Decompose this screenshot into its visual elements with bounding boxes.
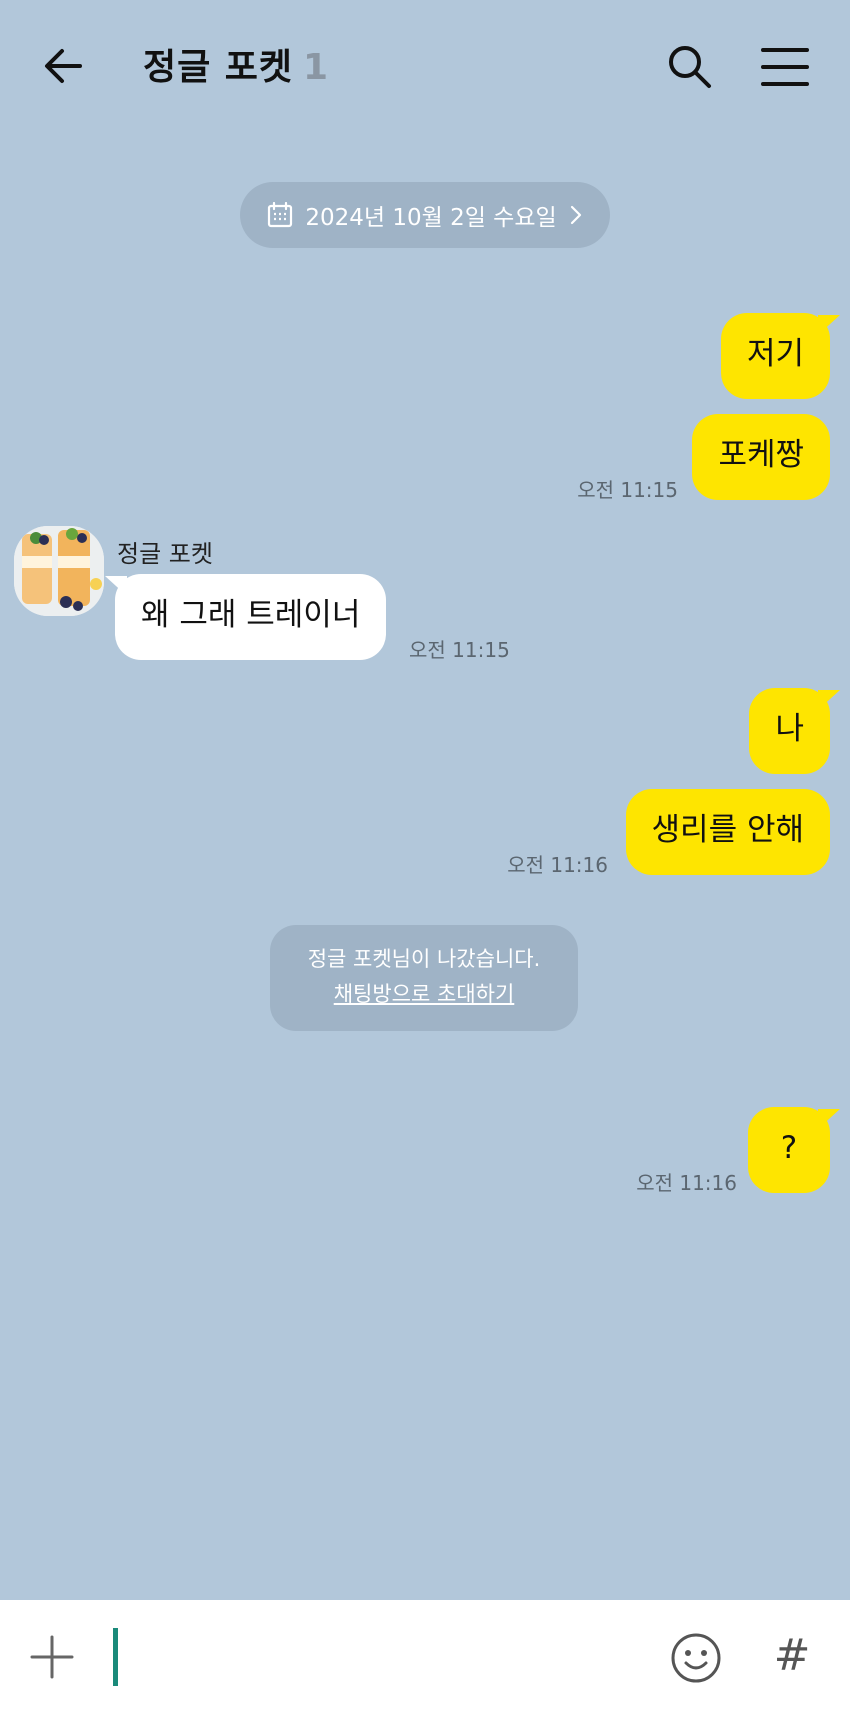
message-time: 오전 11:16 bbox=[507, 853, 608, 877]
hashtag-button[interactable]: # bbox=[770, 1630, 814, 1682]
message-input-bar: # bbox=[0, 1600, 850, 1713]
my-message-bubble[interactable]: 저기 bbox=[720, 313, 841, 399]
date-label: 2024년 10월 2일 수요일 bbox=[305, 205, 557, 231]
left-chat-notice: 정글 포켓님이 나갔습니다. bbox=[307, 947, 541, 971]
menu-icon[interactable] bbox=[760, 45, 810, 89]
message-text: 나 bbox=[775, 711, 804, 747]
sender-name: 정글 포켓 bbox=[117, 540, 213, 568]
message-text: 생리를 안해 bbox=[651, 812, 804, 848]
my-message-bubble[interactable]: 포케짱 bbox=[692, 414, 830, 500]
chat-header: 정글 포켓 1 bbox=[0, 0, 850, 140]
my-message-bubble[interactable]: 생리를 안해 bbox=[625, 789, 830, 875]
message-text: 포케짱 bbox=[718, 437, 804, 473]
date-divider[interactable]: 2024년 10월 2일 수요일 bbox=[240, 182, 610, 248]
back-arrow-icon[interactable] bbox=[40, 44, 96, 88]
text-cursor bbox=[113, 1628, 118, 1686]
message-time: 오전 11:16 bbox=[636, 1171, 737, 1195]
avatar[interactable] bbox=[14, 526, 104, 616]
message-time: 오전 11:15 bbox=[577, 478, 678, 502]
chevron-right-icon bbox=[570, 205, 581, 225]
my-message-bubble[interactable]: 나 bbox=[749, 688, 840, 774]
system-notice: 정글 포켓님이 나갔습니다. 채팅방으로 초대하기 bbox=[270, 925, 578, 1031]
message-time: 오전 11:15 bbox=[409, 638, 510, 662]
my-message-bubble[interactable]: ? bbox=[748, 1107, 840, 1193]
message-text: ? bbox=[780, 1130, 798, 1166]
invite-to-chat-link[interactable]: 채팅방으로 초대하기 bbox=[270, 977, 578, 1012]
other-message-bubble[interactable]: 왜 그래 트레이너 bbox=[104, 574, 387, 660]
emoji-icon[interactable] bbox=[670, 1632, 722, 1684]
search-icon[interactable] bbox=[665, 42, 715, 92]
plus-icon[interactable] bbox=[30, 1635, 74, 1679]
message-text: 왜 그래 트레이너 bbox=[141, 597, 361, 633]
member-count: 1 bbox=[303, 47, 330, 88]
message-text: 저기 bbox=[746, 336, 804, 372]
message-input[interactable] bbox=[110, 1628, 654, 1688]
calendar-icon bbox=[268, 202, 293, 228]
chat-room-name: 정글 포켓 bbox=[143, 47, 294, 88]
chat-title: 정글 포켓 1 bbox=[143, 44, 329, 92]
